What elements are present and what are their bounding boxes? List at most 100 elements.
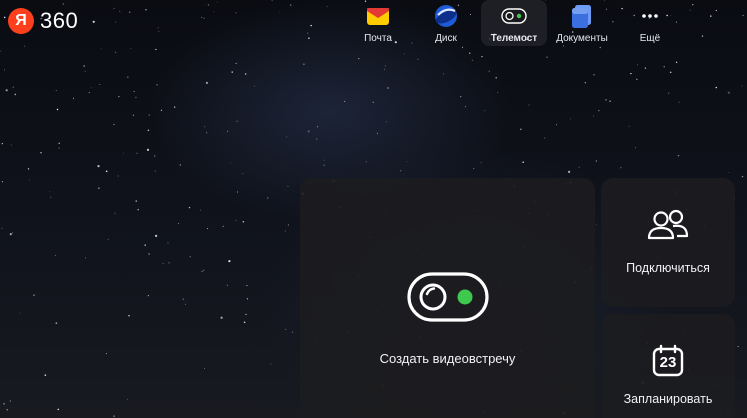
star <box>118 96 120 98</box>
star <box>678 101 680 103</box>
star <box>155 48 157 51</box>
star <box>667 92 670 94</box>
app-more[interactable]: Ещё <box>617 0 683 46</box>
star <box>55 322 58 324</box>
star <box>1 142 3 145</box>
star <box>85 257 86 259</box>
star <box>727 91 730 94</box>
star <box>400 170 402 172</box>
star <box>148 114 150 116</box>
star <box>316 138 318 140</box>
star <box>480 162 482 164</box>
star <box>117 175 119 177</box>
star <box>127 76 129 78</box>
star <box>56 108 59 111</box>
star <box>236 120 238 122</box>
star <box>443 73 445 75</box>
star <box>243 321 246 323</box>
star <box>204 367 205 369</box>
yandex-360-logo[interactable]: Я 360 <box>8 8 78 34</box>
app-disk[interactable]: Диск <box>413 0 479 46</box>
star <box>137 208 139 211</box>
app-telemost[interactable]: Телемост <box>481 0 547 46</box>
app-documents-label: Документы <box>556 33 608 44</box>
star <box>132 114 135 116</box>
star <box>578 166 580 168</box>
star <box>307 130 310 133</box>
star <box>136 152 138 154</box>
star <box>630 72 632 75</box>
star <box>207 4 210 6</box>
star <box>156 84 158 86</box>
star <box>365 161 367 163</box>
star <box>284 230 286 232</box>
star <box>73 97 74 99</box>
star <box>701 35 704 37</box>
star <box>44 374 47 376</box>
star <box>635 147 637 149</box>
star <box>9 233 12 236</box>
star <box>227 130 229 132</box>
star <box>158 30 160 32</box>
star <box>24 45 25 47</box>
star <box>205 81 208 84</box>
star <box>201 270 203 272</box>
star <box>270 363 272 365</box>
star <box>242 220 245 223</box>
star <box>62 3 65 5</box>
star <box>49 191 51 192</box>
star <box>114 212 116 214</box>
star <box>235 12 237 14</box>
star <box>546 56 548 59</box>
star <box>593 74 595 76</box>
star <box>568 170 571 173</box>
star <box>19 312 21 314</box>
star <box>471 59 474 61</box>
star <box>54 255 56 256</box>
star <box>40 152 42 154</box>
star <box>246 285 248 287</box>
star <box>182 298 185 301</box>
create-meeting-button[interactable]: Создать видеовстречу <box>300 178 595 418</box>
star <box>133 90 135 93</box>
star <box>387 87 389 89</box>
star <box>481 56 483 58</box>
star <box>307 32 309 34</box>
join-meeting-label: Подключиться <box>626 261 710 275</box>
star <box>644 67 647 69</box>
mail-icon <box>365 3 391 29</box>
star <box>113 7 115 9</box>
yandex-logo-icon: Я <box>8 8 34 34</box>
star <box>148 253 150 255</box>
star <box>114 51 117 54</box>
star <box>323 159 325 161</box>
star <box>128 314 130 317</box>
star <box>596 224 598 226</box>
star <box>271 0 273 1</box>
star <box>115 21 117 23</box>
star <box>358 57 360 60</box>
star <box>83 65 85 67</box>
star <box>14 93 17 96</box>
app-documents[interactable]: Документы <box>549 0 615 46</box>
star <box>147 129 150 132</box>
star <box>254 85 255 87</box>
star <box>372 101 374 104</box>
star <box>204 126 206 128</box>
star <box>226 284 229 286</box>
star <box>246 298 249 300</box>
star <box>242 173 244 175</box>
star <box>484 110 486 111</box>
star <box>278 12 280 13</box>
schedule-meeting-button[interactable]: 23 Запланировать <box>601 314 735 418</box>
star <box>593 115 595 117</box>
join-meeting-button[interactable]: Подключиться <box>601 178 735 307</box>
star <box>206 132 208 134</box>
star <box>1 227 3 229</box>
star <box>84 71 86 73</box>
star <box>57 408 60 411</box>
star <box>291 331 294 333</box>
app-mail[interactable]: Почта <box>345 0 411 46</box>
star <box>9 400 11 402</box>
star <box>155 234 158 237</box>
